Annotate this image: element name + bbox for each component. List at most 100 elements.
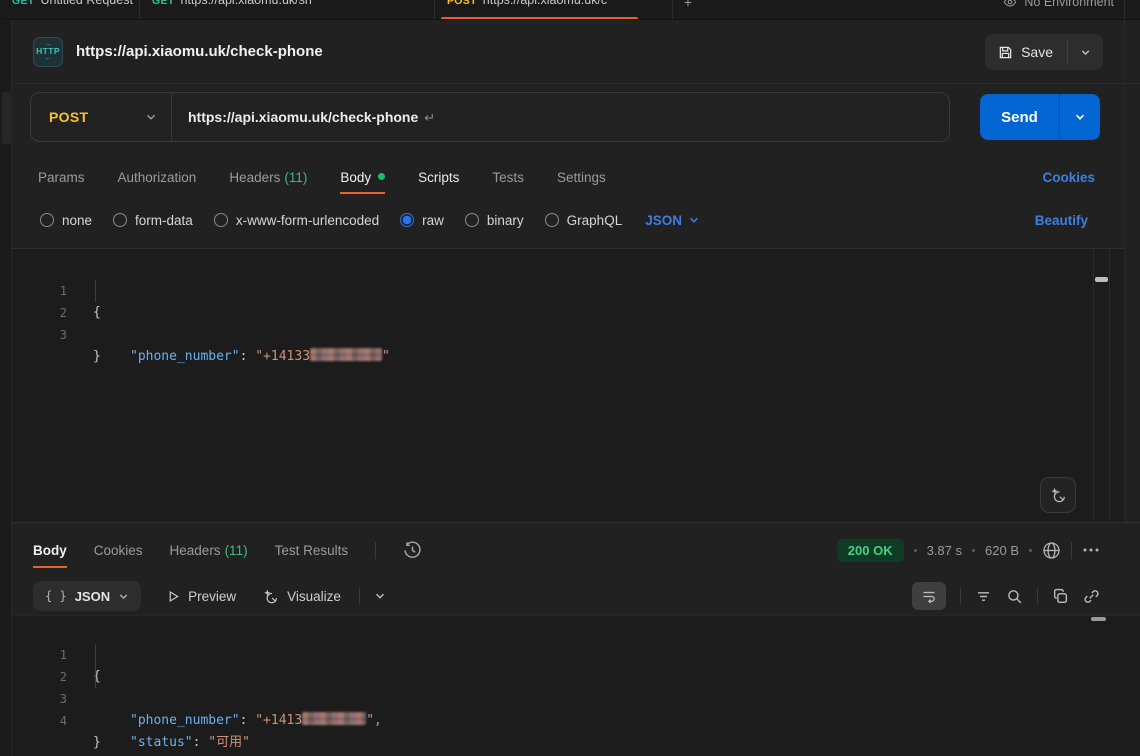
save-button-label: Save — [1021, 44, 1053, 60]
response-body-viewer[interactable]: 1 { 2 "phone_number": "+1413", 3 "status… — [12, 615, 1140, 756]
method-label: POST — [49, 109, 88, 125]
code-close-brace: } — [93, 732, 101, 754]
postbot-button[interactable] — [1040, 477, 1076, 513]
chevron-down-icon — [145, 111, 157, 123]
json-value: "可用" — [208, 735, 250, 750]
tab-headers[interactable]: Headers(11) — [229, 170, 307, 185]
response-headers-count: (11) — [225, 543, 248, 558]
request-tab-1[interactable]: GET Untitled Request — [0, 0, 140, 20]
send-split-button: Send — [980, 94, 1100, 140]
arrow-left-icon: ← — [45, 56, 52, 61]
language-dropdown[interactable]: JSON — [645, 213, 700, 228]
json-key: "phone_number" — [130, 349, 240, 364]
filter-icon — [975, 588, 992, 605]
response-tab-cookies[interactable]: Cookies — [94, 543, 143, 558]
response-tab-test-results[interactable]: Test Results — [275, 543, 349, 558]
mode-graphql[interactable]: GraphQL — [545, 213, 623, 228]
response-headers-label: Headers — [170, 543, 221, 558]
toolbar-collapse-button[interactable] — [374, 590, 386, 602]
network-info-button[interactable] — [1042, 541, 1061, 560]
response-history-button[interactable] — [403, 541, 422, 560]
radio-icon — [40, 213, 54, 227]
tab-scripts[interactable]: Scripts — [418, 170, 459, 185]
tab-label: https://api.xiaomu.uk/sh — [181, 0, 312, 7]
response-format-dropdown[interactable]: { } JSON — [33, 581, 141, 611]
tab-body-active[interactable]: Body — [340, 170, 385, 185]
radio-selected-icon — [400, 213, 414, 227]
redacted-phone-number — [302, 712, 366, 725]
response-actions — [912, 577, 1100, 615]
mode-binary[interactable]: binary — [465, 213, 524, 228]
left-sidebar-edge — [0, 20, 12, 756]
response-tab-headers[interactable]: Headers (11) — [170, 543, 248, 558]
code-content: "status": "可用" — [130, 732, 250, 754]
save-button[interactable]: Save — [985, 34, 1067, 70]
response-time[interactable]: 3.87 s — [927, 543, 962, 558]
filter-button[interactable] — [975, 588, 992, 605]
code-close-brace: } — [93, 346, 101, 368]
tab-method-get: GET — [152, 0, 175, 7]
braces-icon: { } — [45, 589, 67, 603]
cookies-link[interactable]: Cookies — [1042, 170, 1095, 185]
code-line: 1 { — [12, 258, 1124, 280]
new-tab-button[interactable]: + — [673, 0, 703, 13]
word-wrap-icon — [921, 588, 937, 604]
app-window: GET Untitled Request GET https://api.xia… — [0, 0, 1140, 756]
request-tab-2[interactable]: GET https://api.xiaomu.uk/sh — [140, 0, 435, 20]
mode-urlencoded[interactable]: x-www-form-urlencoded — [214, 213, 379, 228]
code-content: "phone_number": "+1413", — [130, 710, 382, 732]
toolbar-divider — [359, 588, 360, 605]
save-split-button: Save — [985, 34, 1103, 70]
globe-icon — [1042, 541, 1061, 560]
request-tab-3-active[interactable]: POST https://api.xiaomu.uk/c — [435, 0, 673, 20]
response-size[interactable]: 620 B — [985, 543, 1019, 558]
tab-params[interactable]: Params — [38, 170, 85, 185]
beautify-link[interactable]: Beautify — [1035, 213, 1088, 228]
url-input[interactable]: https://api.xiaomu.uk/check-phone↵ — [172, 109, 435, 126]
response-meta: 200 OK 3.87 s 620 B — [837, 529, 1100, 571]
editor-scrollbar-handle[interactable] — [1095, 277, 1108, 282]
mode-urlencoded-label: x-www-form-urlencoded — [236, 213, 379, 228]
sidebar-collapsed-item[interactable] — [2, 92, 11, 144]
mode-raw-selected[interactable]: raw — [400, 213, 444, 228]
environment-selector[interactable]: No Environment — [1003, 0, 1140, 14]
request-body-editor[interactable]: 1 { 2 "phone_number": "+14133" 3 } — [12, 248, 1124, 522]
more-options-button[interactable] — [1082, 546, 1100, 554]
tab-label: Untitled Request — [41, 0, 133, 7]
save-icon — [998, 45, 1013, 60]
mode-form-data-label: form-data — [135, 213, 193, 228]
send-button[interactable]: Send — [980, 94, 1059, 140]
search-button[interactable] — [1006, 588, 1023, 605]
http-protocol-icon: → HTTP ← — [33, 37, 63, 67]
search-icon — [1006, 588, 1023, 605]
visualize-button[interactable]: Visualize — [262, 588, 341, 605]
mode-none[interactable]: none — [40, 213, 92, 228]
tab-tests[interactable]: Tests — [492, 170, 524, 185]
wrap-lines-button[interactable] — [912, 582, 946, 610]
language-label: JSON — [645, 213, 682, 228]
send-options-button[interactable] — [1060, 94, 1100, 140]
request-header-row: → HTTP ← https://api.xiaomu.uk/check-pho… — [12, 20, 1140, 84]
chevron-down-icon — [118, 591, 129, 602]
url-row: POST https://api.xiaomu.uk/check-phone↵ … — [12, 92, 1140, 142]
copy-button[interactable] — [1052, 588, 1069, 605]
mode-form-data[interactable]: form-data — [113, 213, 193, 228]
save-options-button[interactable] — [1068, 34, 1103, 70]
response-tab-body-active[interactable]: Body — [33, 543, 67, 558]
preview-button[interactable]: Preview — [167, 589, 236, 604]
tab-headers-count: (11) — [284, 170, 307, 185]
code-line: 2 "phone_number": "+14133" — [12, 280, 1124, 302]
tab-settings[interactable]: Settings — [557, 170, 606, 185]
json-key: "status" — [130, 735, 193, 750]
method-dropdown[interactable]: POST — [31, 109, 171, 125]
sparkle-orb-icon — [1049, 486, 1067, 504]
json-value-close: " — [382, 349, 390, 364]
tab-authorization[interactable]: Authorization — [118, 170, 197, 185]
status-badge[interactable]: 200 OK — [837, 539, 904, 562]
play-icon — [167, 590, 180, 603]
indent-guide — [95, 666, 96, 688]
link-button[interactable] — [1083, 588, 1100, 605]
request-tab-bar: GET Untitled Request GET https://api.xia… — [0, 0, 1140, 20]
response-scrollbar-handle[interactable] — [1091, 617, 1106, 621]
editor-scrollbar-track[interactable] — [1093, 249, 1110, 522]
